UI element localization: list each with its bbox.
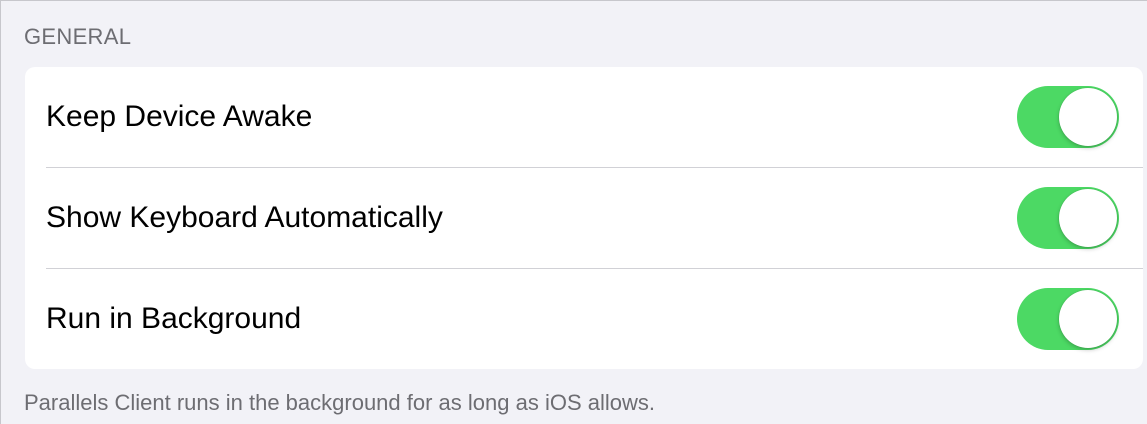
setting-row-show-keyboard[interactable]: Show Keyboard Automatically [25, 168, 1143, 268]
toggle-knob [1059, 290, 1117, 348]
setting-row-run-in-background[interactable]: Run in Background [25, 269, 1143, 369]
settings-screen: GENERAL Keep Device Awake Show Keyboard … [0, 0, 1147, 424]
show-keyboard-toggle[interactable] [1017, 187, 1119, 249]
toggle-knob [1059, 189, 1117, 247]
toggle-knob [1059, 88, 1117, 146]
setting-label-keep-device-awake: Keep Device Awake [46, 100, 313, 133]
section-footer: Parallels Client runs in the background … [24, 390, 655, 415]
setting-label-show-keyboard: Show Keyboard Automatically [46, 201, 443, 234]
section-header: GENERAL [24, 24, 132, 49]
run-in-background-toggle[interactable] [1017, 288, 1119, 350]
keep-device-awake-toggle[interactable] [1017, 86, 1119, 148]
settings-group: Keep Device Awake Show Keyboard Automati… [25, 67, 1143, 369]
setting-label-run-in-background: Run in Background [46, 302, 302, 335]
setting-row-keep-device-awake[interactable]: Keep Device Awake [25, 67, 1143, 167]
